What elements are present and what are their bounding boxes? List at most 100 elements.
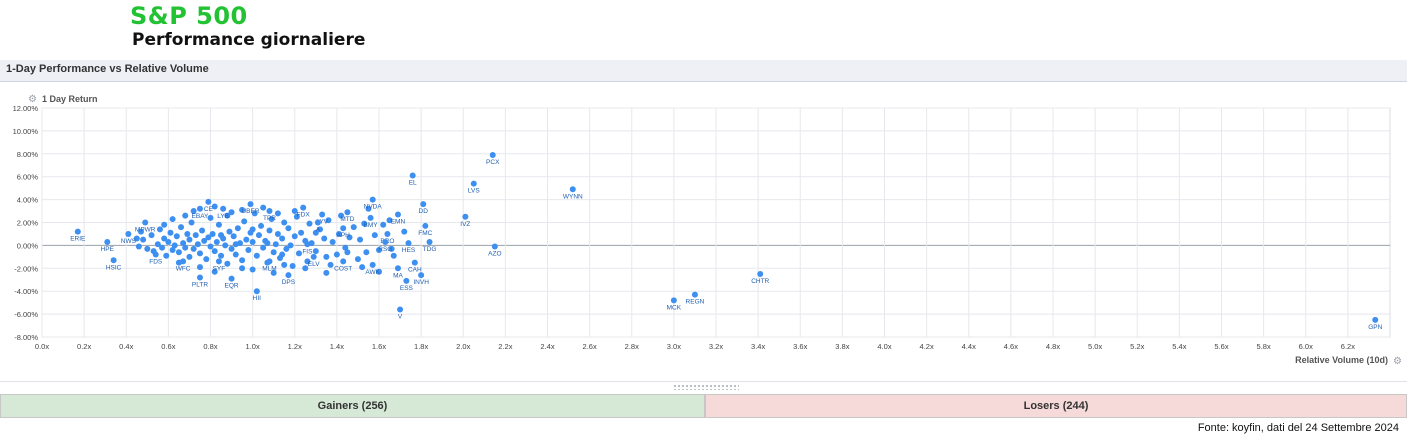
resize-handle[interactable] [0,381,1407,394]
data-point [340,225,347,232]
data-point [691,291,698,298]
point-label: LVS [468,188,480,195]
data-point [239,265,246,272]
data-point [228,275,235,282]
data-point [205,198,212,205]
data-point [357,236,364,243]
grip-icon[interactable] [673,384,739,390]
point-label: MCK [667,304,682,311]
data-point [350,224,357,231]
point-label: BMY [364,222,379,229]
point-label: DD [419,208,429,215]
data-point [232,241,239,248]
x-tick-label: 3.2x [709,342,723,351]
point-label: MTD [340,216,354,223]
point-label: MA [393,272,403,279]
losers-tab[interactable]: Losers (244) [705,394,1407,418]
point-label: AWK [365,269,380,276]
data-point [199,227,206,234]
data-point [169,216,176,223]
x-tick-label: 1.0x [246,342,260,351]
data-point [319,211,326,218]
point-label: APH [337,232,351,239]
data-point [384,230,391,237]
data-point [196,264,203,271]
data-point [470,180,477,187]
data-point [192,232,199,239]
point-label: NVDA [364,204,383,211]
data-point [245,246,252,253]
chart-svg: 12.00% 10.00% 8.00% 6.00% 4.00% 2.00% 0.00% -2.… [13,94,1391,365]
x-tick-label: 1.6x [372,342,386,351]
point-label: GPN [1368,324,1382,331]
point-label: FDX [297,212,311,219]
data-point [371,232,378,239]
data-point [397,306,404,313]
data-point [215,221,222,228]
data-point [220,205,227,212]
data-point [247,201,254,208]
data-point [228,209,235,216]
y-tick-label: 0.00% [17,241,39,250]
data-point [281,219,288,226]
data-point [159,244,166,251]
point-label: HPE [101,246,115,253]
data-point [249,226,256,233]
data-point [323,269,330,276]
page-title: S&P 500 [130,2,248,30]
point-label: IVZ [460,221,470,228]
data-point [175,249,182,256]
data-point [226,228,233,235]
data-point [394,265,401,272]
data-point [354,256,361,263]
data-point [289,263,296,270]
data-point [363,249,370,256]
x-tick-label: 5.0x [1088,342,1102,351]
x-tick-label: 4.8x [1046,342,1060,351]
data-point [323,253,330,260]
x-tick-label: 3.6x [793,342,807,351]
x-tick-label: 3.0x [667,342,681,351]
data-point [312,248,319,255]
x-tick-label: 2.6x [583,342,597,351]
data-point [215,258,222,265]
point-label: EMN [391,218,406,225]
point-label: MPWR [135,227,156,234]
data-point [253,288,260,295]
point-label: A [316,227,321,234]
y-axis-label: 1 Day Return [42,94,98,104]
point-label: RSG [378,246,392,253]
data-point [142,219,149,226]
point-label: LYB [217,213,229,220]
data-point [194,241,201,248]
data-point [304,241,311,248]
data-point [140,236,147,243]
data-point [462,213,469,220]
data-point [218,252,225,259]
x-tick-label: 0.2x [77,342,91,351]
data-point [344,209,351,216]
x-tick-label: 4.4x [962,342,976,351]
summary-bar: Gainers (256) Losers (244) [0,394,1407,418]
data-point [163,252,170,259]
data-point [266,208,273,215]
gear-icon[interactable]: ⚙ [1393,356,1402,367]
y-tick-label: 12.00% [13,104,39,113]
data-point [266,227,273,234]
point-label: TPR [263,215,276,222]
data-point [152,251,159,258]
data-point [329,238,336,245]
data-point [165,238,172,245]
data-point [279,235,286,242]
point-label: COST [334,265,352,272]
gainers-tab[interactable]: Gainers (256) [0,394,705,418]
point-label: CE [204,206,214,213]
data-point [207,243,214,250]
data-point [380,221,387,228]
data-point [382,238,389,245]
point-label: MLM [262,265,276,272]
data-point [74,228,81,235]
data-point [310,253,317,260]
data-point [135,243,142,250]
x-tick-label: 4.2x [920,342,934,351]
